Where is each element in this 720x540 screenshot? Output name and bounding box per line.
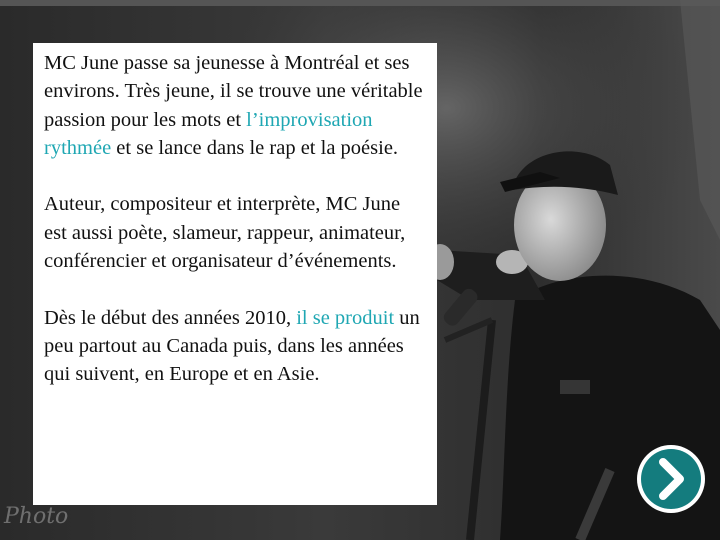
chevron-right-icon [659, 458, 684, 500]
text-box: MC June passe sa jeunesse à Montréal et … [33, 43, 437, 505]
paragraph-roles: Auteur, compositeur et interprète, MC Ju… [44, 193, 406, 273]
paragraph-career: Dès le début des années 2010, il se prod… [44, 304, 427, 389]
paragraph-youth-text-after: et se lance dans le rap et la poésie. [111, 136, 399, 159]
next-slide-button[interactable] [637, 445, 705, 513]
paragraph-youth: MC June passe sa jeunesse à Montréal et … [44, 49, 427, 162]
photo-watermark: Photo [4, 504, 69, 529]
slide: MC June passe sa jeunesse à Montréal et … [0, 0, 720, 540]
link-il-se-produit[interactable]: il se produit [296, 307, 394, 329]
paragraph-career-text-before: Dès le début des années 2010, [44, 306, 297, 329]
